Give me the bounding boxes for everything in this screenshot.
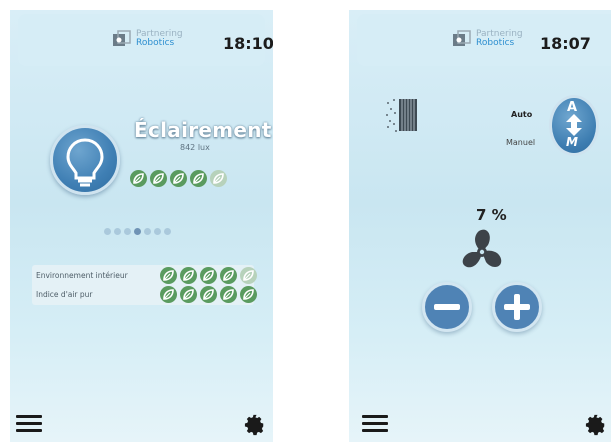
leaf-icon — [160, 267, 177, 284]
up-down-arrow-icon — [566, 114, 582, 136]
plus-icon-vertical — [514, 294, 520, 320]
page-dot[interactable] — [144, 228, 151, 235]
robot-logo-icon — [113, 30, 131, 46]
fan-icon — [462, 229, 502, 268]
leaf-icon — [200, 286, 217, 303]
mode-letter-manual: M — [566, 135, 578, 149]
gear-icon[interactable] — [585, 414, 607, 436]
page-dot[interactable] — [124, 228, 131, 235]
fan-speed-percent: 7 % — [476, 206, 507, 224]
leaf-icon — [160, 286, 177, 303]
ventilation-screen: Partnering Robotics 18:07 Auto Manuel A … — [349, 10, 611, 442]
clock-time: 18:10 — [223, 34, 273, 53]
mode-toggle-button[interactable]: A M — [549, 95, 599, 156]
increase-button[interactable] — [492, 282, 542, 332]
indices-panel: Environnement intérieur Indice d'air pur — [32, 265, 257, 305]
leaf-icon — [210, 170, 227, 187]
lighting-screen: Partnering Robotics 18:10 Éclairement 84… — [10, 10, 273, 442]
page-dot[interactable] — [104, 228, 111, 235]
page-dot[interactable] — [154, 228, 161, 235]
air-rating — [160, 286, 257, 303]
lighting-rating — [130, 170, 227, 187]
leaf-icon — [240, 286, 257, 303]
header-bar: Partnering Robotics 18:10 — [18, 14, 273, 66]
hamburger-menu-icon[interactable] — [362, 415, 388, 433]
environment-rating — [160, 267, 257, 284]
lightbulb-icon — [66, 138, 104, 187]
leaf-icon — [220, 286, 237, 303]
air-filter-icon — [386, 99, 417, 132]
auto-mode-label: Auto — [511, 110, 533, 119]
hamburger-menu-icon[interactable] — [16, 415, 42, 433]
partnering-robotics-logo: Partnering Robotics — [452, 28, 530, 50]
logo-line2: Robotics — [476, 38, 515, 48]
page-indicator — [104, 228, 171, 235]
clock-time: 18:07 — [540, 34, 591, 53]
index-label-air: Indice d'air pur — [36, 290, 93, 299]
leaf-icon — [190, 170, 207, 187]
leaf-icon — [180, 286, 197, 303]
page-dot[interactable] — [164, 228, 171, 235]
lighting-title: Éclairement — [134, 118, 272, 142]
leaf-icon — [170, 170, 187, 187]
header-bar: Partnering Robotics 18:07 — [357, 14, 611, 66]
leaf-icon — [150, 170, 167, 187]
leaf-icon — [240, 267, 257, 284]
logo-line2: Robotics — [136, 38, 175, 48]
robot-logo-icon — [453, 30, 471, 46]
minus-icon — [434, 304, 460, 310]
page-dot[interactable] — [134, 228, 141, 235]
lightbulb-button[interactable] — [50, 125, 120, 195]
lux-value: 842 lux — [180, 143, 210, 152]
index-label-environment: Environnement intérieur — [36, 271, 128, 280]
gear-icon[interactable] — [244, 414, 266, 436]
decrease-button[interactable] — [422, 282, 472, 332]
page-dot[interactable] — [114, 228, 121, 235]
partnering-robotics-logo: Partnering Robotics — [112, 28, 190, 50]
leaf-icon — [200, 267, 217, 284]
leaf-icon — [220, 267, 237, 284]
leaf-icon — [130, 170, 147, 187]
leaf-icon — [180, 267, 197, 284]
manual-mode-label: Manuel — [506, 138, 536, 147]
mode-letter-auto: A — [567, 100, 578, 115]
